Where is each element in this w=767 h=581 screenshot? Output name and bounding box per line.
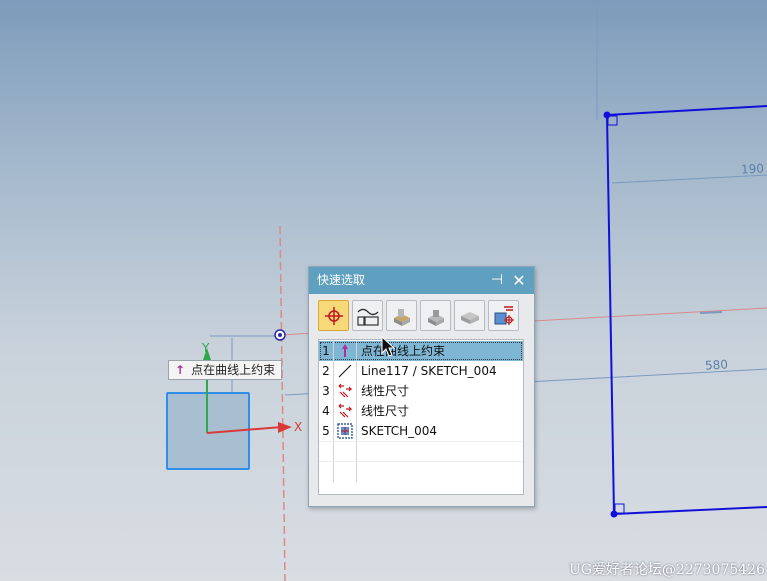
empty-row <box>319 441 523 462</box>
point-filter-button[interactable] <box>318 300 349 331</box>
list-item[interactable]: 2 Line117 / SKETCH_004 <box>319 361 523 381</box>
point-on-curve-icon: ↑ <box>175 363 186 377</box>
list-item-label: 线性尺寸 <box>361 404 410 418</box>
line-icon <box>334 361 357 381</box>
crosshair-icon <box>325 307 343 325</box>
curve-filter-button[interactable] <box>352 300 383 331</box>
empty-cell <box>334 442 357 462</box>
feature-filter-button[interactable] <box>420 300 451 331</box>
pin-icon[interactable]: ⊣ <box>488 267 506 294</box>
list-item[interactable]: 3 线性尺寸 <box>319 381 523 401</box>
datum-csys-plane[interactable] <box>166 392 250 470</box>
list-item[interactable]: 4 线性尺寸 <box>319 401 523 421</box>
point-on-curve-icon <box>334 341 357 361</box>
tooltip-text: 点在曲线上约束 <box>191 363 276 377</box>
list-item[interactable]: 1 点在曲线上约束 <box>319 341 523 361</box>
face-filter-button[interactable] <box>386 300 417 331</box>
close-icon[interactable]: ✕ <box>510 267 528 294</box>
dimension-580[interactable]: 580 <box>705 357 729 372</box>
dimension-icon <box>334 381 357 401</box>
sketch-icon <box>334 421 357 441</box>
list-item-number: 3 <box>319 381 334 401</box>
dialog-title-bar[interactable]: 快速选取 ⊣ ✕ <box>309 267 534 294</box>
curve-icon <box>357 308 379 326</box>
feature-icon <box>428 310 444 326</box>
list-item-number: 1 <box>319 341 334 361</box>
empty-cell <box>319 442 334 462</box>
watermark: UG爱好者论坛@2273075426 <box>568 562 765 578</box>
dialog-title: 快速选取 <box>317 273 366 287</box>
list-item-number: 2 <box>319 361 334 381</box>
list-item-number: 5 <box>319 421 334 441</box>
dimension-190[interactable]: 190 <box>741 161 765 176</box>
empty-cell <box>319 462 334 482</box>
list-item-number: 4 <box>319 401 334 421</box>
constraint-icon <box>494 306 514 325</box>
list-item-label: Line117 / SKETCH_004 <box>361 364 497 378</box>
mouse-cursor-icon <box>381 336 395 357</box>
empty-cell <box>334 462 357 482</box>
body-icon <box>461 312 479 324</box>
list-item-label: 点在曲线上约束 <box>361 344 446 358</box>
constraint-filter-button[interactable] <box>488 300 519 331</box>
selection-tooltip: ↑ 点在曲线上约束 <box>168 360 283 380</box>
empty-row <box>319 461 523 482</box>
quick-pick-dialog[interactable]: 快速选取 ⊣ ✕ 1 点在曲线上约束 2 Line117 / SKETCH_00… <box>308 266 535 507</box>
y-axis-label: Y <box>202 341 210 355</box>
face-icon <box>394 309 410 326</box>
list-item[interactable]: 5 SKETCH_004 <box>319 421 523 441</box>
body-filter-button[interactable] <box>454 300 485 331</box>
selection-list[interactable]: 1 点在曲线上约束 2 Line117 / SKETCH_004 3 线性尺寸 … <box>318 339 524 495</box>
list-item-label: SKETCH_004 <box>361 424 438 438</box>
dimension-icon <box>334 401 357 421</box>
x-axis-label: X <box>294 420 303 434</box>
list-item-label: 线性尺寸 <box>361 384 410 398</box>
